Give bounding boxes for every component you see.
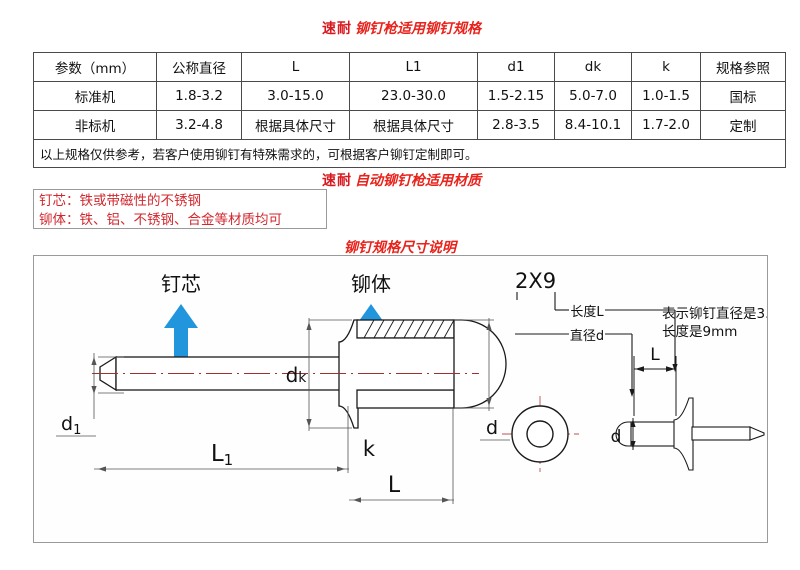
material-body-line: 铆体：铁、铝、不锈钢、合金等材质均可 xyxy=(39,212,282,228)
cell-standard-L: 3.0-15.0 xyxy=(241,81,350,111)
explain-line-2: 长度是9mm xyxy=(662,324,737,340)
cell-standard-nominal-diameter: 1.8-3.2 xyxy=(156,81,242,111)
table-note-row: 以上规格仅供参考，若客户使用铆钉有特殊需求的，可根据客户铆钉定制即可。 xyxy=(33,139,786,168)
table-header-row: 参数（mm） 公称直径 L L1 d1 dk k 规格参照 xyxy=(33,52,786,82)
col-header-nominal-diameter: 公称直径 xyxy=(156,52,242,82)
explain-line-1: 表示铆钉直径是3.2mm粗， xyxy=(662,306,767,322)
spec-table: 参数（mm） 公称直径 L L1 d1 dk k 规格参照 标准机 1.8-3.… xyxy=(33,52,786,168)
row-label-nonstandard: 非标机 xyxy=(33,110,157,140)
dimension-label-d: d xyxy=(486,417,498,439)
table-row: 标准机 1.8-3.2 3.0-15.0 23.0-30.0 1.5-2.15 … xyxy=(33,81,786,111)
rivet-front-view xyxy=(502,396,579,472)
brand-logo-text: 速耐 xyxy=(322,173,352,189)
dimension-label-d1: d1 xyxy=(61,413,81,438)
dimension-section-header: 铆钉规格尺寸说明 xyxy=(344,240,456,256)
callout-core-label: 钉芯 xyxy=(161,272,201,296)
col-header-L: L xyxy=(241,52,350,82)
dimension-label-L1: L1 xyxy=(211,441,233,469)
cell-standard-dk: 5.0-7.0 xyxy=(554,81,632,111)
col-header-k: k xyxy=(631,52,701,82)
spec-table-note: 以上规格仅供参考，若客户使用铆钉有特殊需求的，可根据客户铆钉定制即可。 xyxy=(33,139,786,168)
cell-nonstandard-dk: 8.4-10.1 xyxy=(554,110,632,140)
col-header-L1: L1 xyxy=(349,52,478,82)
dimension-label-L-left: L xyxy=(388,473,401,498)
cell-nonstandard-L: 根据具体尺寸 xyxy=(241,110,350,140)
code-diameter-label: 直径d xyxy=(570,329,604,344)
col-header-dk: dk xyxy=(554,52,632,82)
material-box: 钉芯：铁或带磁性的不锈钢 铆体：铁、铝、不锈钢、合金等材质均可 xyxy=(33,189,327,229)
code-dimension-L xyxy=(633,356,677,416)
table-row: 非标机 3.2-4.8 根据具体尺寸 根据具体尺寸 2.8-3.5 8.4-10… xyxy=(33,110,786,140)
cell-standard-k: 1.0-1.5 xyxy=(631,81,701,111)
sleeve-end-cap-shape xyxy=(453,319,507,409)
code-dim-label-L: L xyxy=(650,345,660,365)
col-header-d1: d1 xyxy=(477,52,555,82)
spec-section-title: 铆钉枪适用铆钉规格 xyxy=(355,21,481,37)
cell-nonstandard-nominal-diameter: 3.2-4.8 xyxy=(156,110,242,140)
rivet-sleeve-shape xyxy=(356,319,455,409)
cell-nonstandard-d1: 2.8-3.5 xyxy=(477,110,555,140)
dimension-diagram-box: 钉芯 铆体 d1 dk d L1 k L 2X9 长度L 直径d 表示铆钉直径是… xyxy=(33,255,768,543)
cell-nonstandard-k: 1.7-2.0 xyxy=(631,110,701,140)
rivet-diagram-svg: 钉芯 铆体 d1 dk d L1 k L 2X9 长度L 直径d 表示铆钉直径是… xyxy=(56,269,767,504)
cell-standard-ref: 国标 xyxy=(700,81,786,111)
col-header-standard-ref: 规格参照 xyxy=(700,52,786,82)
spec-section-header: 速耐 铆钉枪适用铆钉规格 xyxy=(322,18,481,38)
page-root: 速耐 铆钉枪适用铆钉规格 参数（mm） 公称直径 L L1 d1 dk k 规格参… xyxy=(0,0,800,570)
cell-standard-d1: 1.5-2.15 xyxy=(477,81,555,111)
code-label-2x9: 2X9 xyxy=(515,269,556,293)
rivet-side-view xyxy=(615,397,767,471)
cell-nonstandard-L1: 根据具体尺寸 xyxy=(349,110,478,140)
brand-logo-text: 速耐 xyxy=(322,21,352,37)
col-header-param: 参数（mm） xyxy=(33,52,157,82)
material-section-header: 速耐 自动铆钉枪适用材质 xyxy=(322,170,481,190)
callout-body-label: 铆体 xyxy=(351,272,391,296)
material-section-title: 自动铆钉枪适用材质 xyxy=(355,173,481,189)
material-core-line: 钉芯：铁或带磁性的不锈钢 xyxy=(39,193,201,209)
code-dim-label-d: d xyxy=(611,427,622,447)
row-label-standard: 标准机 xyxy=(33,81,157,111)
code-length-label: 长度L xyxy=(570,304,604,320)
cell-standard-L1: 23.0-30.0 xyxy=(349,81,478,111)
dimension-label-k: k xyxy=(363,437,376,461)
cell-nonstandard-ref: 定制 xyxy=(700,110,786,140)
